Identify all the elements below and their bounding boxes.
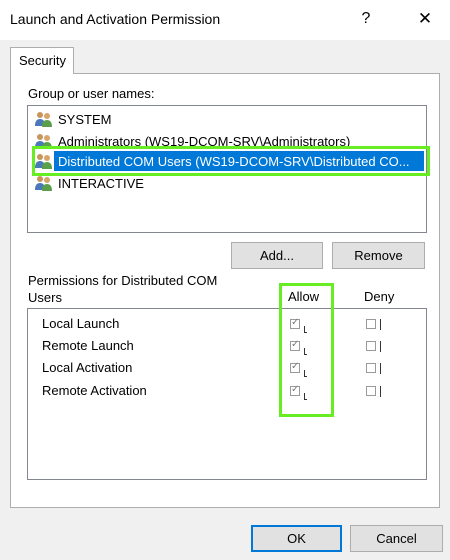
permission-name: Local Activation <box>42 360 133 375</box>
user-item-administrators[interactable]: Administrators (WS19-DCOM-SRV\Administra… <box>32 131 422 151</box>
tab-security-label: Security <box>19 53 66 68</box>
user-group-icon <box>34 153 54 169</box>
permissions-label: Permissions for Distributed COM Users <box>28 273 218 305</box>
allow-checkbox[interactable]: ✓ <box>290 339 300 351</box>
permission-row: Remote Launch ✓ <box>28 335 424 357</box>
user-item-label: Administrators (WS19-DCOM-SRV\Administra… <box>58 134 351 149</box>
user-group-icon <box>34 111 54 127</box>
permissions-table: Local Launch ✓ Remote Launch ✓ Local Act… <box>27 308 427 480</box>
user-list[interactable]: SYSTEM Administrators (WS19-DCOM-SRV\Adm… <box>27 105 427 233</box>
window-title: Launch and Activation Permission <box>10 11 221 27</box>
group-names-label: Group or user names: <box>28 86 155 101</box>
user-item-system[interactable]: SYSTEM <box>32 109 422 129</box>
cursor-tick-icon <box>304 370 307 377</box>
user-group-icon <box>34 133 54 149</box>
allow-checkbox[interactable]: ✓ <box>290 384 300 396</box>
deny-checkbox[interactable] <box>366 319 376 329</box>
help-button[interactable]: ? <box>352 6 380 32</box>
allow-checkbox[interactable]: ✓ <box>290 317 300 329</box>
tab-security[interactable]: Security <box>10 47 74 74</box>
check-icon: ✓ <box>291 317 300 328</box>
deny-column-header: Deny <box>364 289 395 304</box>
check-icon: ✓ <box>291 361 300 372</box>
ok-button[interactable]: OK <box>251 525 342 552</box>
user-item-distributed-com-users[interactable]: Distributed COM Users (WS19-DCOM-SRV\Dis… <box>32 151 424 171</box>
user-group-icon <box>34 175 54 191</box>
user-item-label: Distributed COM Users (WS19-DCOM-SRV\Dis… <box>58 154 410 169</box>
permission-row: Remote Activation ✓ <box>28 380 424 402</box>
allow-column-header: Allow <box>288 289 320 304</box>
permission-row: Local Launch ✓ <box>28 313 424 335</box>
permission-name: Remote Launch <box>42 338 134 353</box>
add-button[interactable]: Add... <box>231 242 323 269</box>
remove-button[interactable]: Remove <box>332 242 425 269</box>
allow-checkbox[interactable]: ✓ <box>290 361 300 373</box>
permission-name: Remote Activation <box>42 383 147 398</box>
check-icon: ✓ <box>291 339 300 350</box>
deny-checkbox[interactable] <box>366 341 376 351</box>
cursor-tick-icon <box>380 386 382 397</box>
cursor-tick-icon <box>380 341 382 352</box>
user-item-interactive[interactable]: INTERACTIVE <box>32 173 422 193</box>
cursor-tick-icon <box>304 326 307 333</box>
permission-name: Local Launch <box>42 316 120 331</box>
deny-checkbox[interactable] <box>366 386 376 396</box>
cursor-tick-icon <box>380 319 382 330</box>
user-item-label: INTERACTIVE <box>58 176 144 191</box>
deny-checkbox[interactable] <box>366 363 376 373</box>
cursor-tick-icon <box>304 348 307 355</box>
cursor-tick-icon <box>304 393 307 400</box>
check-icon: ✓ <box>291 384 300 395</box>
close-button[interactable]: ✕ <box>410 6 440 32</box>
user-item-label: SYSTEM <box>58 112 112 127</box>
title-bar: Launch and Activation Permission ? ✕ <box>0 0 450 40</box>
cursor-tick-icon <box>380 363 382 374</box>
permission-row: Local Activation ✓ <box>28 357 424 379</box>
cancel-button[interactable]: Cancel <box>350 525 443 552</box>
